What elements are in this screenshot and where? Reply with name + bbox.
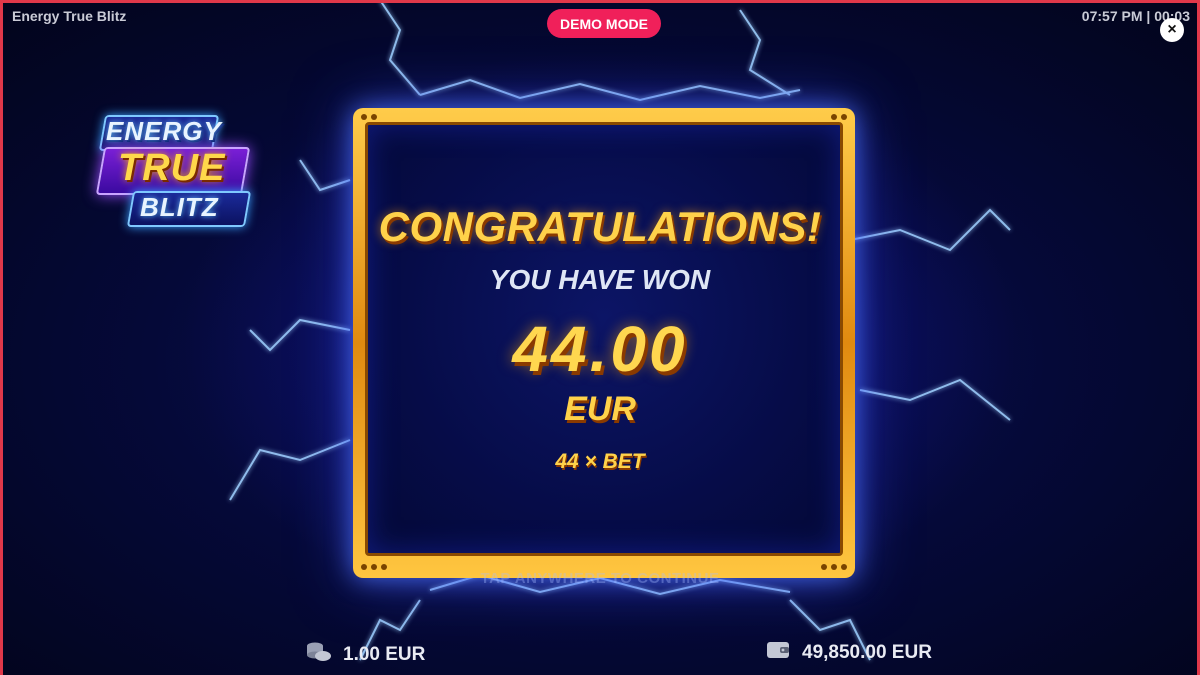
tap-to-continue-hint[interactable]: TAP ANYWHERE TO CONTINUE — [0, 570, 1200, 587]
balance-value: 49,850.00 EUR — [802, 641, 932, 663]
rivet — [831, 114, 837, 120]
win-amount: 44.00 — [512, 313, 688, 385]
rivet — [361, 114, 367, 120]
wallet-icon — [766, 640, 790, 665]
demo-mode-badge: DEMO MODE — [547, 9, 661, 38]
bet-multiplier: 44 × BET — [555, 450, 645, 473]
logo-text-true: TRUE — [118, 147, 226, 189]
rivet — [841, 114, 847, 120]
congratulations-heading: CONGRATULATIONS! — [378, 203, 822, 250]
balance-display: 49,850.00 EUR — [766, 640, 932, 665]
game-title: Energy True Blitz — [12, 8, 127, 24]
bet-value: 1.00 EUR — [343, 643, 426, 665]
logo-text-energy: ENERGY — [106, 116, 222, 146]
rivet — [371, 114, 377, 120]
coins-icon — [305, 640, 333, 669]
win-currency: EUR — [564, 390, 636, 428]
bet-display: 1.00 EUR — [305, 640, 425, 669]
close-button[interactable]: × — [1160, 18, 1184, 42]
you-have-won-label: YOU HAVE WON — [489, 264, 711, 295]
